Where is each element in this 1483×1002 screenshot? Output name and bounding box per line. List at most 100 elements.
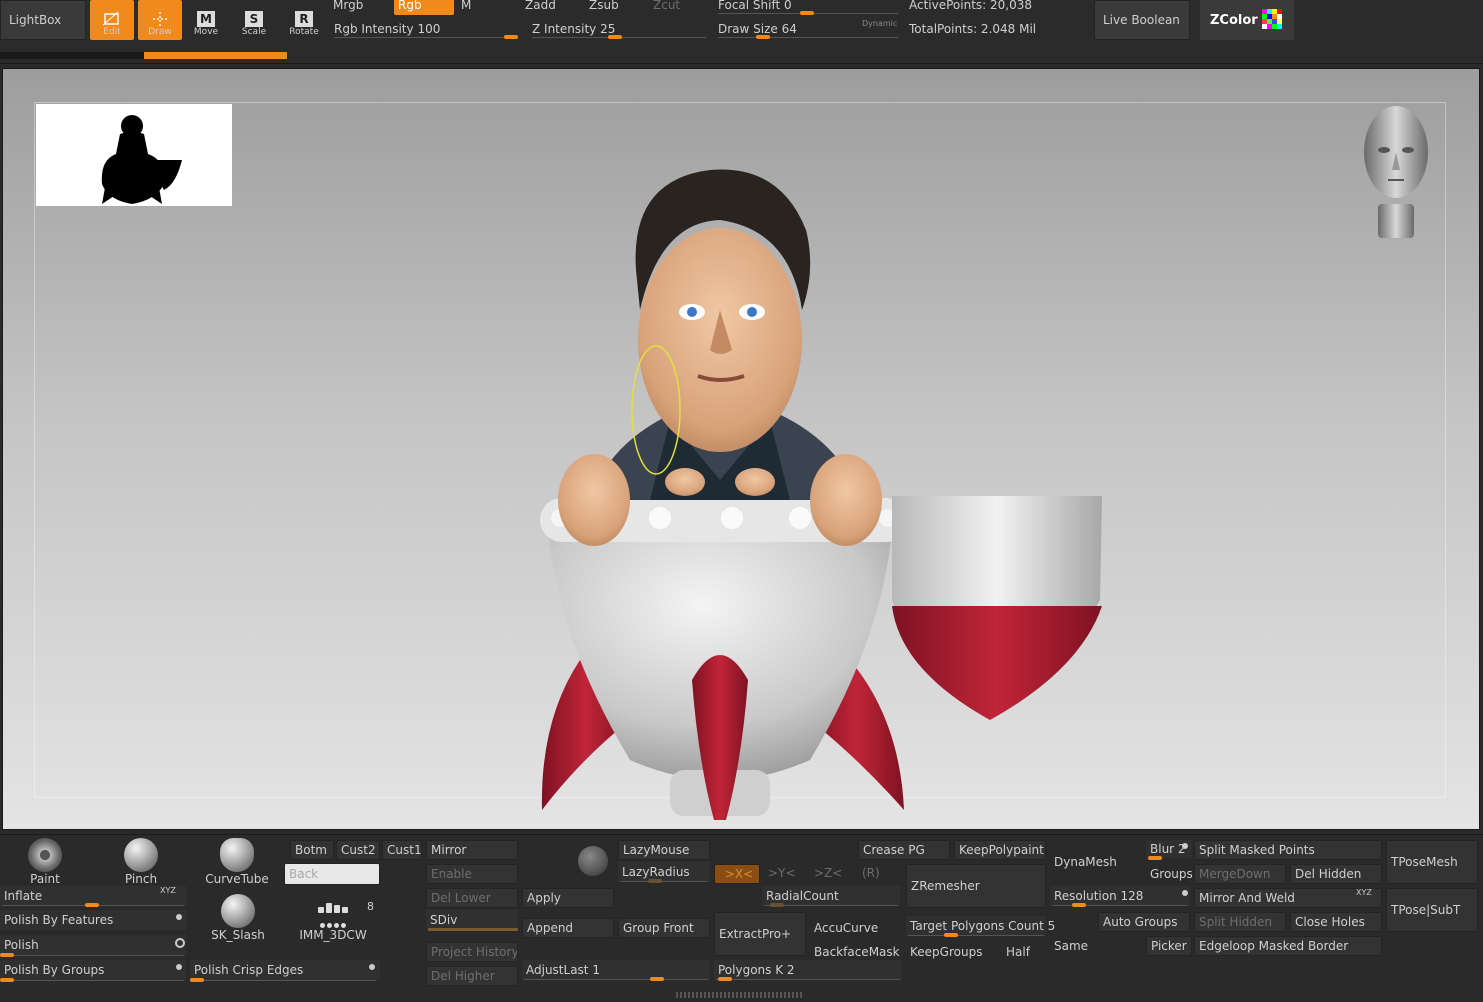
accucurve-button[interactable]: AccuCurve	[810, 918, 900, 938]
live-boolean-button[interactable]: Live Boolean	[1094, 0, 1190, 40]
mirror-and-weld-button[interactable]: Mirror And Weld	[1194, 888, 1382, 908]
del-hidden-button[interactable]: Del Hidden	[1290, 864, 1382, 884]
extractpro-button[interactable]: ExtractPro+	[714, 912, 806, 956]
lazyradius-slider[interactable]: LazyRadius	[618, 862, 710, 882]
mirror-button[interactable]: Mirror	[426, 840, 518, 860]
zsub-button[interactable]: Zsub	[589, 0, 639, 14]
move-button[interactable]: M Move	[186, 0, 226, 40]
edgeloop-masked-border-button[interactable]: Edgeloop Masked Border	[1194, 936, 1382, 956]
del-lower-button[interactable]: Del Lower	[426, 888, 518, 908]
polish-by-groups-knob[interactable]	[0, 978, 14, 982]
append-button[interactable]: Append	[522, 918, 614, 938]
dynamic-toggle[interactable]: Dynamic	[862, 19, 897, 28]
zremesher-button[interactable]: ZRemesher	[906, 864, 1046, 908]
imm-3dcw-brush[interactable]: IMM_3DCW	[296, 894, 370, 942]
apply-button[interactable]: Apply	[522, 888, 614, 908]
sdiv-slider[interactable]: SDiv	[426, 910, 518, 930]
target-polygons-slider[interactable]: Target Polygons Count 5	[906, 916, 1055, 936]
radialcount-track	[764, 905, 898, 906]
blur-dot[interactable]	[1182, 843, 1188, 849]
adjust-last-slider[interactable]: AdjustLast 1	[522, 960, 710, 980]
mergedown-button[interactable]: MergeDown	[1194, 864, 1286, 884]
paint-brush[interactable]: Paint	[20, 838, 70, 886]
groups-button[interactable]: Groups	[1146, 864, 1192, 884]
m-button[interactable]: M	[461, 0, 485, 14]
polish-knob[interactable]	[0, 953, 14, 957]
adjust-last-knob[interactable]	[650, 977, 664, 981]
close-holes-button[interactable]: Close Holes	[1290, 912, 1382, 932]
polish-ring[interactable]	[175, 938, 185, 948]
polygons-k-knob[interactable]	[718, 977, 732, 981]
r-symmetry-button[interactable]: (R)	[862, 866, 892, 880]
rotate-button[interactable]: R Rotate	[284, 0, 324, 40]
radialcount-knob[interactable]	[770, 903, 784, 907]
navigation-head[interactable]	[1354, 104, 1438, 244]
polish-by-features-slider[interactable]: Polish By Features	[0, 910, 186, 930]
keepgroups-button[interactable]: KeepGroups	[906, 942, 998, 962]
polish-by-features-dot[interactable]	[176, 914, 182, 920]
half-button[interactable]: Half	[1002, 942, 1046, 962]
x-symmetry-button[interactable]: >X<	[714, 864, 760, 884]
cust1-button[interactable]: Cust1	[382, 840, 422, 860]
same-button[interactable]: Same	[1050, 936, 1094, 956]
dynamesh-button[interactable]: DynaMesh	[1050, 840, 1142, 884]
polish-crisp-edges-knob[interactable]	[190, 978, 204, 982]
polish-crisp-edges-dot[interactable]	[369, 964, 375, 970]
polish-by-groups-slider[interactable]: Polish By Groups	[0, 960, 186, 980]
backfacemask-button[interactable]: BackfaceMask	[810, 942, 900, 962]
z-intensity-knob[interactable]	[608, 35, 622, 39]
target-polygons-knob[interactable]	[944, 933, 958, 937]
draw-size-knob[interactable]	[756, 35, 770, 39]
curvetube-brush[interactable]: CurveTube	[204, 838, 270, 886]
split-hidden-button[interactable]: Split Hidden	[1194, 912, 1286, 932]
lazymouse-icon[interactable]	[578, 846, 608, 876]
lazyradius-knob[interactable]	[648, 879, 662, 883]
bottom-scroll-handle[interactable]	[676, 992, 804, 998]
silhouette-thumbnail[interactable]	[36, 104, 232, 206]
enable-button[interactable]: Enable	[426, 864, 518, 884]
rgb-intensity-knob[interactable]	[504, 35, 518, 39]
picker-button[interactable]: Picker	[1146, 936, 1192, 956]
focal-shift-label: Focal Shift	[718, 0, 781, 12]
edit-button[interactable]: Edit	[90, 0, 134, 40]
resolution-slider[interactable]: Resolution 128	[1050, 886, 1190, 906]
sk-slash-brush[interactable]: SK_Slash	[208, 894, 268, 942]
polygons-k-slider[interactable]: Polygons K 2	[714, 960, 902, 980]
botm-button[interactable]: Botm	[290, 840, 334, 860]
polish-crisp-edges-slider[interactable]: Polish Crisp Edges	[190, 960, 380, 980]
y-symmetry-button[interactable]: >Y<	[768, 866, 808, 880]
focal-shift-knob[interactable]	[800, 11, 814, 15]
lazymouse-button[interactable]: LazyMouse	[618, 840, 710, 860]
mirror-and-weld-xyz[interactable]: XYZ	[1356, 888, 1372, 897]
lightbox-button[interactable]: LightBox	[0, 0, 86, 40]
keep-polypaint-button[interactable]: KeepPolypaint	[954, 840, 1046, 860]
auto-groups-button[interactable]: Auto Groups	[1098, 912, 1190, 932]
tposemesh-button[interactable]: TPoseMesh	[1386, 840, 1478, 884]
inflate-knob[interactable]	[85, 903, 99, 907]
pinch-label: Pinch	[124, 872, 158, 886]
crease-pg-button[interactable]: Crease PG	[858, 840, 950, 860]
rgb-button[interactable]: Rgb	[394, 0, 454, 15]
draw-button[interactable]: Draw	[138, 0, 182, 40]
project-history-button[interactable]: Project History	[426, 942, 518, 962]
split-masked-points-button[interactable]: Split Masked Points	[1194, 840, 1382, 860]
zadd-button[interactable]: Zadd	[525, 0, 575, 14]
resolution-knob[interactable]	[1072, 903, 1086, 907]
polish-by-groups-dot[interactable]	[176, 964, 182, 970]
zcut-button[interactable]: Zcut	[653, 0, 703, 14]
polish-slider[interactable]: Polish	[0, 935, 186, 955]
z-symmetry-button[interactable]: >Z<	[814, 866, 854, 880]
mrgb-button[interactable]: Mrgb	[333, 0, 389, 14]
pinch-brush[interactable]: Pinch	[116, 838, 166, 886]
tpose-subt-button[interactable]: TPose|SubT	[1386, 888, 1478, 932]
scale-button[interactable]: S Scale	[234, 0, 274, 40]
cust2-button[interactable]: Cust2	[336, 840, 380, 860]
model-rocket-character[interactable]	[520, 160, 1120, 820]
inflate-xyz[interactable]: XYZ	[160, 886, 176, 895]
blur-knob[interactable]	[1148, 856, 1162, 860]
zcolor-button[interactable]: ZColor	[1200, 0, 1294, 40]
del-higher-button[interactable]: Del Higher	[426, 966, 518, 986]
resolution-dot[interactable]	[1182, 890, 1188, 896]
back-button[interactable]: Back	[284, 863, 380, 885]
group-front-button[interactable]: Group Front	[618, 918, 710, 938]
